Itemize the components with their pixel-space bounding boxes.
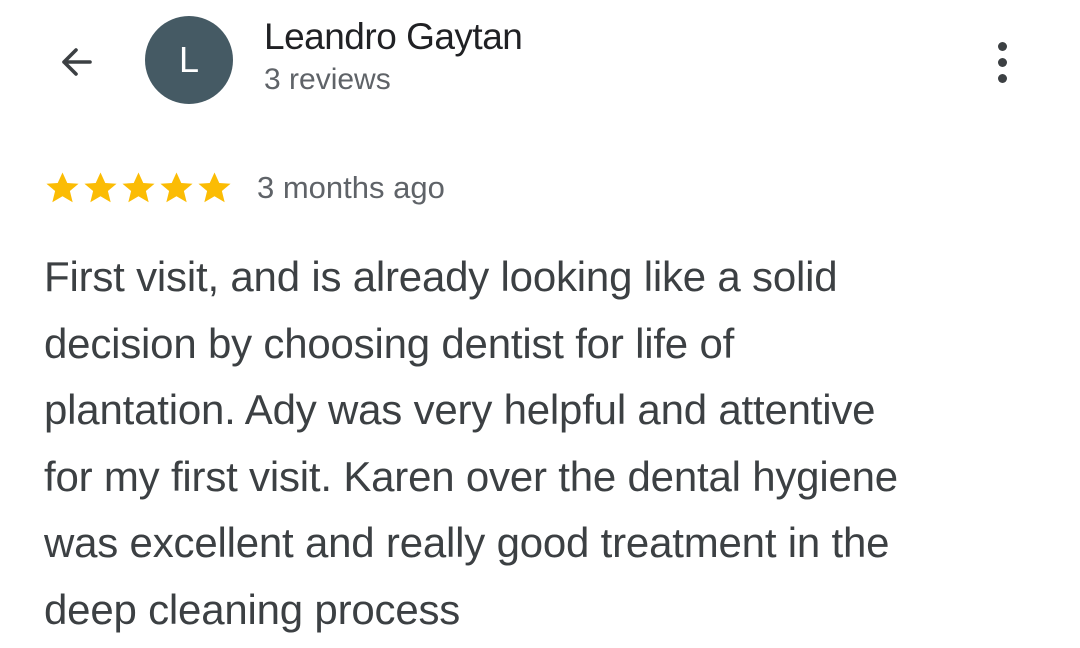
star-icon xyxy=(46,171,79,202)
star-icon xyxy=(122,171,155,202)
review-time: 3 months ago xyxy=(257,170,445,205)
star-rating xyxy=(44,170,233,207)
star-icon xyxy=(160,171,193,202)
review-text-line: for my first visit. Karen over the denta… xyxy=(44,452,898,500)
review-text-line: plantation. Ady was very helpful and att… xyxy=(44,386,876,433)
more-options-button[interactable] xyxy=(978,34,1026,90)
star-icon xyxy=(84,171,117,202)
review-text: First visit, and is already looking like… xyxy=(44,244,1044,643)
more-vert-icon-dot xyxy=(997,57,1007,67)
reviews-count: 3 reviews xyxy=(264,63,391,96)
avatar[interactable]: L xyxy=(145,16,233,104)
more-vert-icon xyxy=(997,41,1007,51)
reviewer-name[interactable]: Leandro Gaytan xyxy=(264,16,523,58)
review-text-line: deep cleaning process xyxy=(44,585,461,633)
star-icon xyxy=(198,171,231,202)
rating-row: 3 months ago xyxy=(44,166,445,210)
arrow-back-icon xyxy=(62,48,92,76)
avatar-letter: L xyxy=(178,39,200,80)
more-vert-icon-dot xyxy=(997,73,1007,83)
review-text-line: decision by choosing dentist for life of xyxy=(44,319,735,367)
review-header: L Leandro Gaytan 3 reviews xyxy=(0,0,1080,120)
review-text-line: was excellent and really good treatment … xyxy=(44,519,890,566)
back-button[interactable] xyxy=(48,34,104,90)
review-text-line: First visit, and is already looking like… xyxy=(44,253,838,300)
